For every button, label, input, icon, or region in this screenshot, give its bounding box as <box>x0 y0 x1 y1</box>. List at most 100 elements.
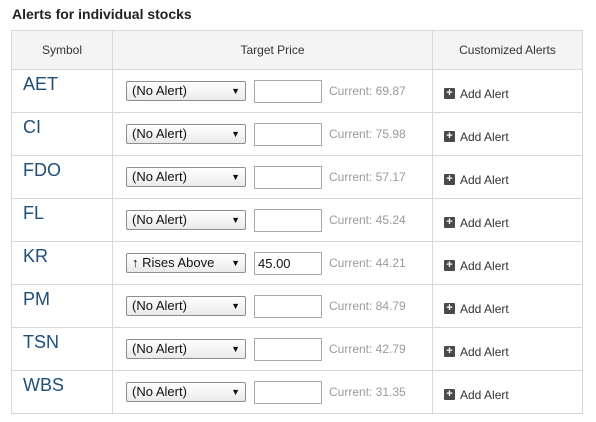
target-price-cell: (No Alert) ▼ Current: 75.98 <box>112 112 433 156</box>
dropdown-arrow-icon: ▼ <box>231 86 240 96</box>
dropdown-arrow-icon: ▼ <box>231 215 240 225</box>
symbol-cell: PM <box>11 284 113 328</box>
symbol-link[interactable]: FDO <box>23 160 61 181</box>
plus-box-icon: + <box>444 174 455 186</box>
plus-box-icon: + <box>444 346 455 358</box>
target-price-input[interactable] <box>254 380 322 404</box>
header-customized-alerts: Customized Alerts <box>432 30 583 70</box>
target-price-input[interactable] <box>254 251 322 275</box>
add-alert-label: Add Alert <box>460 86 509 101</box>
symbol-cell: KR <box>11 241 113 285</box>
symbol-link[interactable]: PM <box>23 289 50 310</box>
symbol-link[interactable]: FL <box>23 203 44 224</box>
current-price: Current: 69.87 <box>329 84 406 98</box>
symbol-cell: TSN <box>11 327 113 371</box>
add-alert-button[interactable]: + Add Alert <box>444 130 509 144</box>
dropdown-arrow-icon: ▼ <box>231 172 240 182</box>
alert-type-select[interactable]: (No Alert) ▼ <box>126 210 246 230</box>
add-alert-button[interactable]: + Add Alert <box>444 216 509 230</box>
current-price: Current: 45.24 <box>329 213 406 227</box>
plus-box-icon: + <box>444 389 455 401</box>
symbol-link[interactable]: AET <box>23 74 58 95</box>
plus-box-icon: + <box>444 260 455 272</box>
add-alert-button[interactable]: + Add Alert <box>444 345 509 359</box>
target-price-cell: (No Alert) ▼ Current: 69.87 <box>112 69 433 113</box>
alert-type-select[interactable]: ↑ Rises Above ▼ <box>126 253 246 273</box>
target-price-cell: (No Alert) ▼ Current: 31.35 <box>112 370 433 414</box>
customized-alerts-cell: + Add Alert <box>432 370 583 414</box>
table-row: CI (No Alert) ▼ Current: 75.98 + Add Alert <box>11 112 583 156</box>
symbol-link[interactable]: CI <box>23 117 41 138</box>
table-row: FL (No Alert) ▼ Current: 45.24 + Add Alert <box>11 198 583 242</box>
add-alert-button[interactable]: + Add Alert <box>444 173 509 187</box>
add-alert-label: Add Alert <box>460 387 509 402</box>
symbol-link[interactable]: TSN <box>23 332 59 353</box>
alert-type-value: (No Alert) <box>132 83 187 98</box>
customized-alerts-cell: + Add Alert <box>432 198 583 242</box>
symbol-cell: CI <box>11 112 113 156</box>
symbol-link[interactable]: KR <box>23 246 48 267</box>
symbol-link[interactable]: WBS <box>23 375 64 396</box>
target-price-input[interactable] <box>254 122 322 146</box>
target-price-cell: (No Alert) ▼ Current: 45.24 <box>112 198 433 242</box>
header-target-price: Target Price <box>112 30 433 70</box>
customized-alerts-cell: + Add Alert <box>432 155 583 199</box>
dropdown-arrow-icon: ▼ <box>231 258 240 268</box>
target-price-input[interactable] <box>254 208 322 232</box>
add-alert-button[interactable]: + Add Alert <box>444 302 509 316</box>
table-row: TSN (No Alert) ▼ Current: 42.79 + Add Alert <box>11 327 583 371</box>
current-price: Current: 84.79 <box>329 299 406 313</box>
add-alert-label: Add Alert <box>460 129 509 144</box>
customized-alerts-cell: + Add Alert <box>432 241 583 285</box>
alert-type-value: (No Alert) <box>132 341 187 356</box>
customized-alerts-cell: + Add Alert <box>432 284 583 328</box>
plus-box-icon: + <box>444 131 455 143</box>
add-alert-label: Add Alert <box>460 172 509 187</box>
target-price-cell: (No Alert) ▼ Current: 42.79 <box>112 327 433 371</box>
page-title: Alerts for individual stocks <box>12 6 192 22</box>
add-alert-label: Add Alert <box>460 258 509 273</box>
add-alert-label: Add Alert <box>460 344 509 359</box>
target-price-cell: (No Alert) ▼ Current: 84.79 <box>112 284 433 328</box>
dropdown-arrow-icon: ▼ <box>231 301 240 311</box>
alert-type-select[interactable]: (No Alert) ▼ <box>126 81 246 101</box>
target-price-input[interactable] <box>254 337 322 361</box>
dropdown-arrow-icon: ▼ <box>231 387 240 397</box>
alert-type-value: (No Alert) <box>132 169 187 184</box>
table-row: AET (No Alert) ▼ Current: 69.87 + Add Alert <box>11 69 583 113</box>
target-price-cell: (No Alert) ▼ Current: 57.17 <box>112 155 433 199</box>
dropdown-arrow-icon: ▼ <box>231 129 240 139</box>
current-price: Current: 44.21 <box>329 256 406 270</box>
plus-box-icon: + <box>444 88 455 100</box>
target-price-input[interactable] <box>254 294 322 318</box>
table-row: KR ↑ Rises Above ▼ Current: 44.21 + Add Alert <box>11 241 583 285</box>
add-alert-button[interactable]: + Add Alert <box>444 87 509 101</box>
target-price-cell: ↑ Rises Above ▼ Current: 44.21 <box>112 241 433 285</box>
target-price-input[interactable] <box>254 165 322 189</box>
table-row: WBS (No Alert) ▼ Current: 31.35 + Add Alert <box>11 370 583 414</box>
customized-alerts-cell: + Add Alert <box>432 69 583 113</box>
table-row: PM (No Alert) ▼ Current: 84.79 + Add Alert <box>11 284 583 328</box>
current-price: Current: 75.98 <box>329 127 406 141</box>
add-alert-button[interactable]: + Add Alert <box>444 259 509 273</box>
table-header-row: Symbol Target Price Customized Alerts <box>11 30 583 70</box>
symbol-cell: FL <box>11 198 113 242</box>
plus-box-icon: + <box>444 217 455 229</box>
alert-type-select[interactable]: (No Alert) ▼ <box>126 167 246 187</box>
alert-type-value: (No Alert) <box>132 212 187 227</box>
current-price: Current: 42.79 <box>329 342 406 356</box>
add-alert-button[interactable]: + Add Alert <box>444 388 509 402</box>
symbol-cell: AET <box>11 69 113 113</box>
alert-type-select[interactable]: (No Alert) ▼ <box>126 124 246 144</box>
add-alert-label: Add Alert <box>460 301 509 316</box>
alert-type-select[interactable]: (No Alert) ▼ <box>126 382 246 402</box>
customized-alerts-cell: + Add Alert <box>432 327 583 371</box>
alert-type-select[interactable]: (No Alert) ▼ <box>126 296 246 316</box>
target-price-input[interactable] <box>254 79 322 103</box>
current-price: Current: 31.35 <box>329 385 406 399</box>
alert-type-value: (No Alert) <box>132 298 187 313</box>
customized-alerts-cell: + Add Alert <box>432 112 583 156</box>
symbol-cell: FDO <box>11 155 113 199</box>
alert-type-select[interactable]: (No Alert) ▼ <box>126 339 246 359</box>
alert-type-value: (No Alert) <box>132 384 187 399</box>
